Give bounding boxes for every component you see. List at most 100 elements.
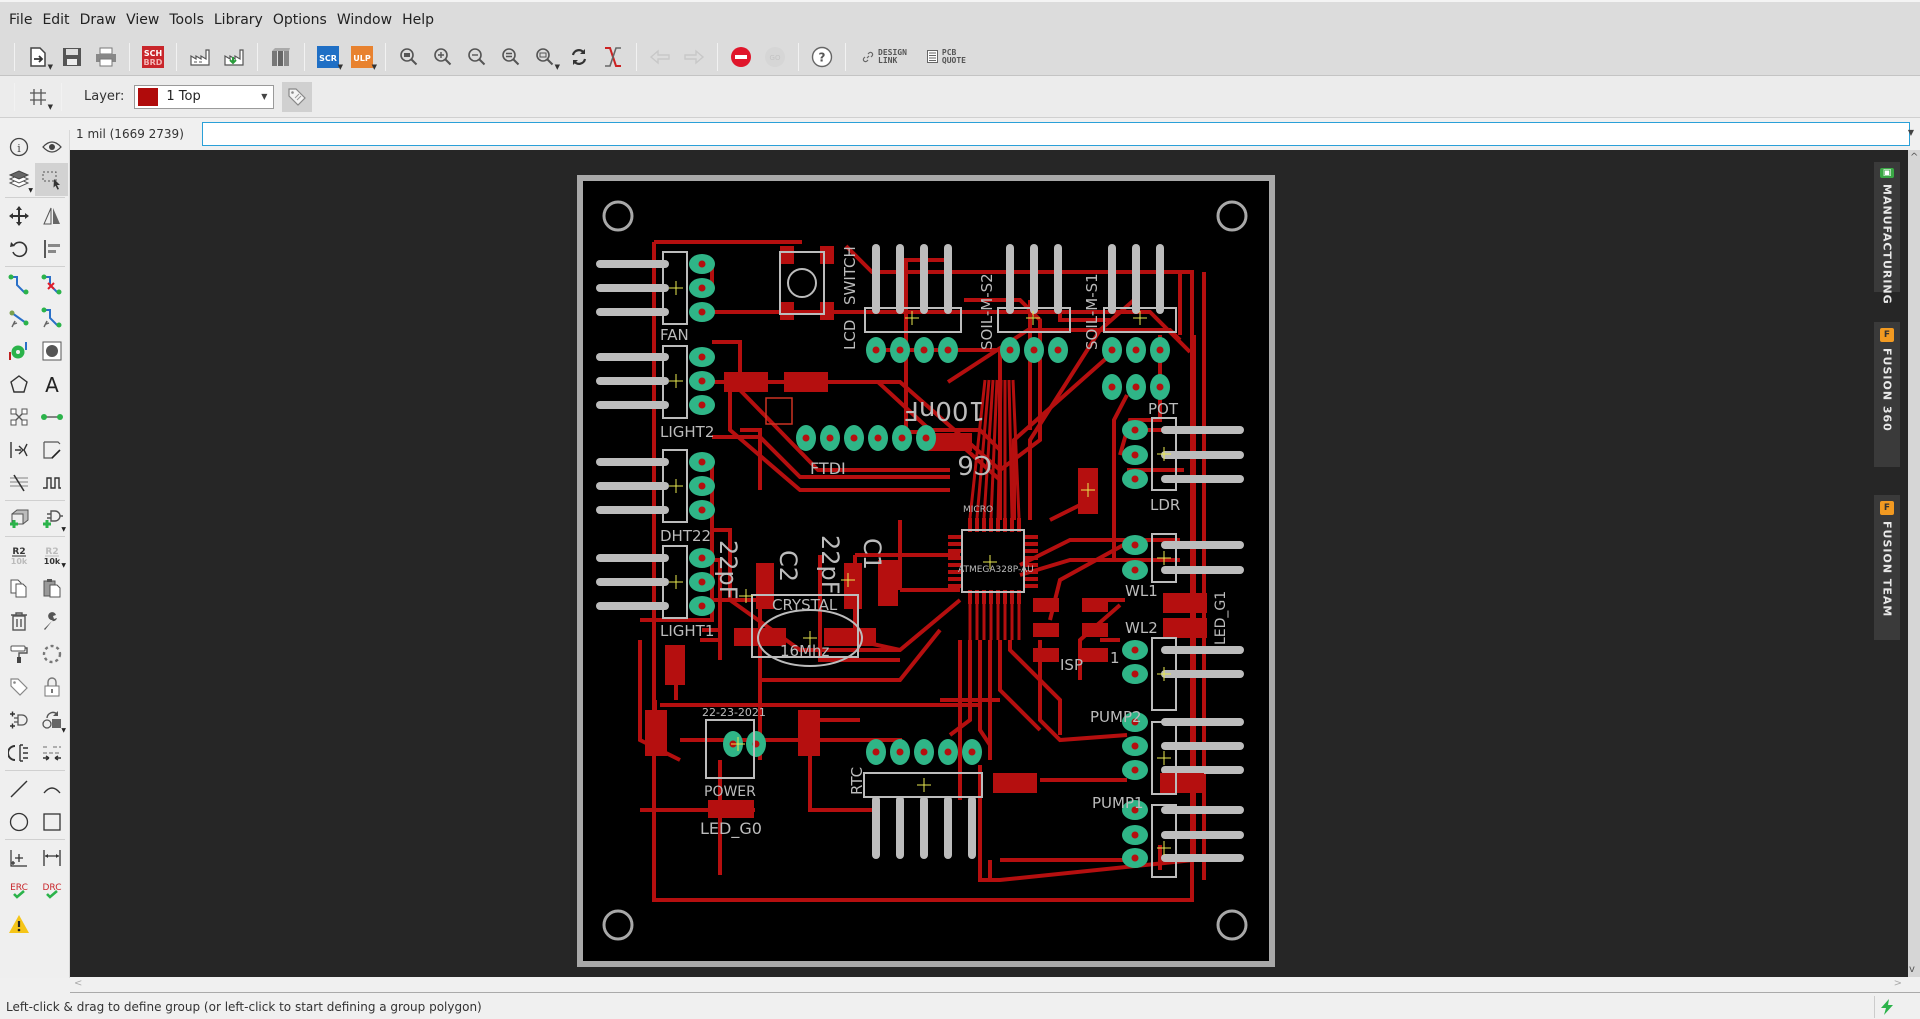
slice-tool[interactable] [35,433,68,466]
script-button[interactable]: SCR ▼ [313,42,343,72]
zoom-redraw-button[interactable] [496,42,526,72]
group-select-tool[interactable] [35,163,68,196]
menu-file[interactable]: File [4,12,37,28]
show-tool[interactable] [35,130,68,163]
rotate-tool[interactable] [2,232,35,265]
fanout-tool[interactable] [2,301,35,334]
add-component-tool[interactable]: ▼ [35,502,68,535]
circle-tool[interactable] [2,805,35,838]
save-button[interactable] [57,42,87,72]
menu-library[interactable]: Library [209,12,268,28]
menu-options[interactable]: Options [268,12,332,28]
menu-window[interactable]: Window [332,12,397,28]
layer-select[interactable]: 1 Top ▼ [134,84,275,109]
replace-tool[interactable] [2,703,35,736]
board-canvas[interactable]: FAN LIGHT2 DHT22 LIGHT1 LCD SWITCH SOIL-M-S2 SO… [70,150,1908,977]
zoom-select-button[interactable]: ▼ [530,42,560,72]
route-tool[interactable] [2,268,35,301]
warnings-tool[interactable] [2,907,35,940]
move-tool[interactable] [2,199,35,232]
info-tool[interactable]: i [2,130,35,163]
dimension-icon [42,849,61,866]
isp-pad [1033,623,1059,637]
undo-button[interactable] [645,42,675,72]
status-lightning-button[interactable] [1874,996,1898,1018]
add-part-tool[interactable] [2,502,35,535]
design-link-button[interactable]: DESIGN LINK [862,48,907,65]
attribute-tool[interactable] [2,670,35,703]
mirror-tool[interactable] [35,199,68,232]
paste-icon [43,578,60,597]
delete-tool[interactable] [2,604,35,637]
fusion360-panel-tab[interactable]: F FUSION 360 [1874,322,1900,467]
zoom-out-button[interactable] [462,42,492,72]
hole-tool[interactable] [35,334,68,367]
help-button[interactable]: ? [807,42,837,72]
arc-tool[interactable] [35,772,68,805]
scroll-down-icon[interactable]: v [1909,964,1915,975]
stop-button[interactable] [726,42,756,72]
mark-tool[interactable] [2,841,35,874]
swap-gate-tool[interactable] [2,736,35,769]
line-tool[interactable] [2,772,35,805]
wire-connect-tool[interactable] [35,400,68,433]
command-history-dropdown-icon[interactable]: ▼ [1908,128,1914,137]
split-tool[interactable] [2,400,35,433]
menu-view[interactable]: View [121,12,164,28]
meander-wave-tool[interactable] [35,466,68,499]
layers-tool[interactable]: ▼ [2,163,35,196]
autoroute-tool[interactable] [35,301,68,334]
paint-roller-tool[interactable] [2,637,35,670]
align-tool[interactable] [35,232,68,265]
sch-brd-button[interactable]: SCH BRD [138,42,168,72]
print-button[interactable] [91,42,121,72]
label-wl2: WL2 [1125,619,1158,637]
fusion-team-panel-tab[interactable]: F FUSION TEAM [1874,495,1900,640]
menu-tools[interactable]: Tools [164,12,209,28]
dimension-tool[interactable] [35,841,68,874]
refresh-button[interactable] [564,42,594,72]
drc-tool[interactable]: DRC [35,874,68,907]
pcb-quote-button[interactable]: PCB QUOTE [926,48,966,65]
name-tool[interactable]: R2 10k [2,538,35,571]
manufacturing-export-button[interactable] [219,42,249,72]
group-lasso-tool[interactable] [35,637,68,670]
go-button[interactable]: GO [760,42,790,72]
copy-tool[interactable] [2,571,35,604]
erc-tool[interactable]: ERC [2,874,35,907]
manufacturing-panel-tab[interactable]: ▣ MANUFACTURING [1874,162,1900,305]
change-tool[interactable] [35,604,68,637]
zoom-fit-button[interactable] [394,42,424,72]
ratsnest-button[interactable] [598,42,628,72]
open-button[interactable]: ▼ [23,42,53,72]
scroll-left-icon[interactable]: < [74,978,82,989]
grid-button[interactable]: ▼ [23,82,53,112]
polygon-tool[interactable] [2,367,35,400]
zoom-in-button[interactable] [428,42,458,72]
rectangle-tool[interactable] [35,805,68,838]
command-input[interactable] [202,122,1910,146]
rotate-part-tool[interactable]: ▼ [35,703,68,736]
value-tool[interactable]: R2 10k ▼ [35,538,68,571]
via-tool[interactable] [2,334,35,367]
menu-draw[interactable]: Draw [75,12,122,28]
miter-tool[interactable] [2,433,35,466]
cam-button[interactable] [185,42,215,72]
lock-tool[interactable] [35,670,68,703]
scroll-up-icon[interactable]: ^ [1910,152,1918,163]
vertical-scrollbar[interactable]: ^ v [1908,150,1920,977]
pcb-board-drawing[interactable]: FAN LIGHT2 DHT22 LIGHT1 LCD SWITCH SOIL-M-S2 SO… [70,150,1908,977]
text-tool[interactable]: A [35,367,68,400]
horizontal-scrollbar[interactable]: < > [70,977,1920,993]
paste-tool[interactable] [35,571,68,604]
optimize-tool[interactable] [35,736,68,769]
menu-help[interactable]: Help [397,12,439,28]
ulp-button[interactable]: ULP ▼ [347,42,377,72]
redo-button[interactable] [679,42,709,72]
scroll-right-icon[interactable]: > [1894,978,1902,989]
library-button[interactable] [266,42,296,72]
ripup-tool[interactable] [35,268,68,301]
menu-edit[interactable]: Edit [37,12,74,28]
meander-tool[interactable] [2,466,35,499]
layer-tag-button[interactable] [282,81,313,112]
